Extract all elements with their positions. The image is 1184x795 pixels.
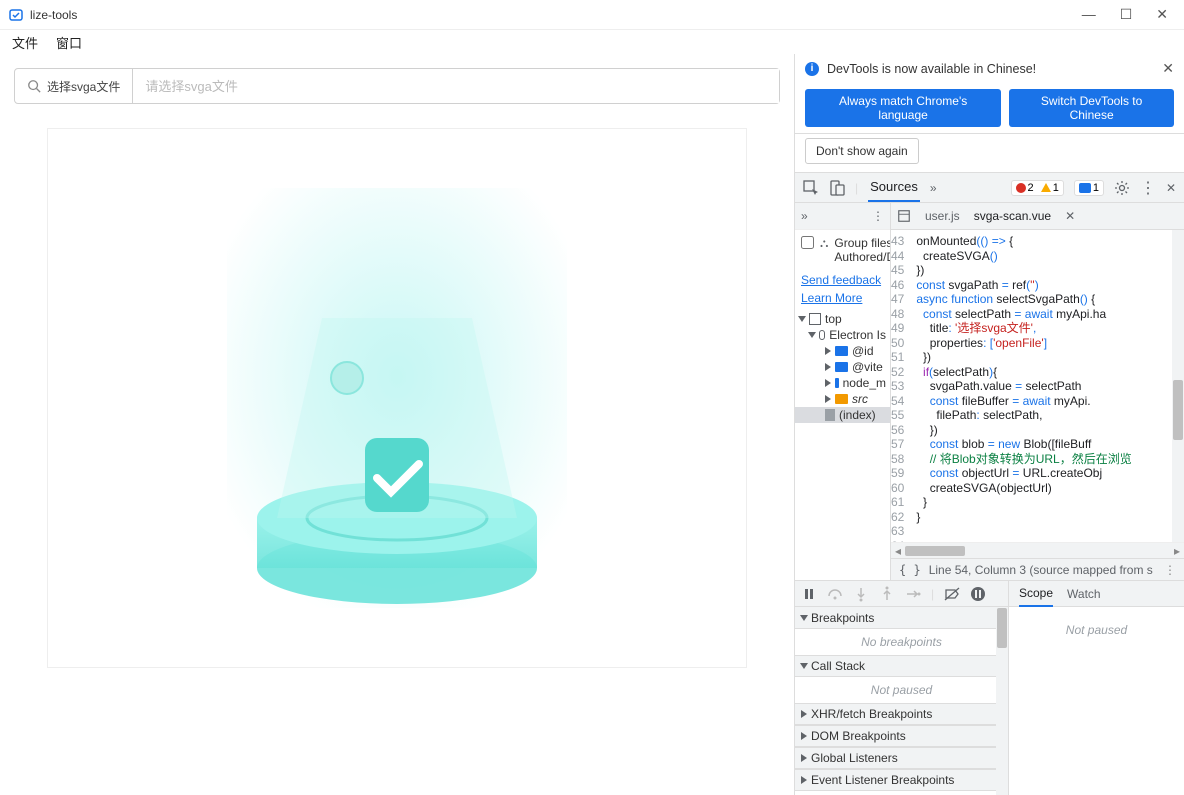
- menu-window[interactable]: 窗口: [56, 33, 82, 52]
- learn-more-link[interactable]: Learn More: [795, 289, 890, 307]
- breakpoints-header[interactable]: Breakpoints: [795, 607, 1008, 629]
- step-over-icon[interactable]: [827, 586, 843, 602]
- folder-icon: [835, 362, 848, 372]
- svga-path-input[interactable]: [133, 69, 779, 103]
- app-icon: [8, 7, 24, 23]
- cursor-position: Line 54, Column 3 (source mapped from s: [929, 563, 1153, 577]
- select-svga-button[interactable]: 选择svga文件: [15, 69, 133, 103]
- scope-not-paused: Not paused: [1009, 617, 1184, 643]
- editor-column: user.js svga-scan.vue ✕ 4344454647484950…: [891, 203, 1184, 580]
- tab-svga-scan[interactable]: svga-scan.vue: [974, 209, 1051, 223]
- global-listeners-header[interactable]: Global Listeners: [795, 747, 1008, 769]
- code-area[interactable]: onMounted(() => { createSVGA()})const sv…: [912, 230, 1131, 542]
- tab-scope[interactable]: Scope: [1019, 581, 1053, 607]
- devtools-toolbar: | Sources » 2 1 1 ⋮ ✕: [795, 173, 1184, 203]
- tree-node-modules[interactable]: node_m: [795, 375, 890, 391]
- window-title: lize-tools: [30, 8, 77, 22]
- xhr-breakpoints-header[interactable]: XHR/fetch Breakpoints: [795, 703, 1008, 725]
- tab-close-icon[interactable]: ✕: [1065, 209, 1075, 223]
- menu-file[interactable]: 文件: [12, 33, 38, 52]
- deactivate-breakpoints-icon[interactable]: [944, 586, 960, 602]
- close-icon[interactable]: ✕: [1156, 6, 1168, 23]
- device-toggle-icon[interactable]: [829, 180, 845, 196]
- tab-userjs[interactable]: user.js: [925, 209, 960, 223]
- tab-watch[interactable]: Watch: [1067, 582, 1101, 606]
- select-svga-label: 选择svga文件: [47, 78, 120, 95]
- file-picker-row: 选择svga文件: [14, 68, 780, 104]
- cloud-icon: [819, 330, 825, 340]
- maximize-icon[interactable]: ☐: [1120, 6, 1133, 23]
- minimize-icon[interactable]: —: [1082, 6, 1096, 23]
- file-nav-icon[interactable]: [897, 209, 911, 223]
- info-icon: i: [805, 62, 819, 76]
- step-into-icon[interactable]: [853, 586, 869, 602]
- debug-left-scrollbar[interactable]: [996, 607, 1008, 795]
- gutter: 4344454647484950515253545556575859606162…: [891, 230, 912, 542]
- navigator-more-icon[interactable]: »: [801, 209, 808, 223]
- svga-canvas: [47, 128, 747, 668]
- group-files-checkbox[interactable]: [801, 236, 814, 249]
- dom-breakpoints-header[interactable]: DOM Breakpoints: [795, 725, 1008, 747]
- editor-status-bar: { } Line 54, Column 3 (source mapped fro…: [891, 558, 1184, 580]
- step-out-icon[interactable]: [879, 586, 895, 602]
- more-tabs-icon[interactable]: »: [930, 181, 937, 195]
- navigator-kebab-icon[interactable]: ⋮: [872, 209, 884, 223]
- infobar-close-icon[interactable]: ✕: [1162, 60, 1174, 77]
- pause-icon[interactable]: [801, 586, 817, 602]
- editor-horizontal-scrollbar[interactable]: ◂▸: [891, 542, 1184, 558]
- tree-src[interactable]: src: [795, 391, 890, 407]
- folder-icon: [835, 346, 848, 356]
- switch-to-chinese-button[interactable]: Switch DevTools to Chinese: [1009, 89, 1174, 127]
- send-feedback-link[interactable]: Send feedback: [795, 271, 890, 289]
- braces-icon[interactable]: { }: [899, 563, 921, 577]
- debug-toolbar: |: [795, 581, 1008, 607]
- navigator-panel: » ⋮ ⛬ Group files Authored/D Send feedba…: [795, 203, 891, 580]
- app-panel: 选择svga文件: [0, 54, 795, 795]
- tree-index[interactable]: (index): [795, 407, 890, 423]
- code-editor[interactable]: 4344454647484950515253545556575859606162…: [891, 230, 1184, 542]
- status-kebab-icon[interactable]: ⋮: [1164, 563, 1176, 577]
- editor-tabs: user.js svga-scan.vue ✕: [891, 203, 1184, 230]
- devtools-panel: i DevTools is now available in Chinese! …: [795, 54, 1184, 795]
- gear-icon[interactable]: [1114, 180, 1130, 196]
- tree-top[interactable]: top: [795, 311, 890, 327]
- infobar-message: DevTools is now available in Chinese!: [827, 62, 1036, 76]
- call-stack-header[interactable]: Call Stack: [795, 655, 1008, 677]
- event-listener-breakpoints-header[interactable]: Event Listener Breakpoints: [795, 769, 1008, 791]
- devtools-infobar: i DevTools is now available in Chinese! …: [795, 54, 1184, 134]
- error-count-badge[interactable]: 2 1: [1011, 180, 1064, 196]
- inspect-icon[interactable]: [803, 180, 819, 196]
- tree-vite[interactable]: @vite: [795, 359, 890, 375]
- group-files-label: Group files Authored/D: [834, 236, 890, 265]
- window-icon: [809, 313, 821, 325]
- folder-icon: [835, 394, 848, 404]
- svga-preview-illustration: [227, 188, 567, 608]
- tree-electron[interactable]: Electron Is: [795, 327, 890, 343]
- always-match-language-button[interactable]: Always match Chrome's language: [805, 89, 1001, 127]
- editor-vertical-scrollbar[interactable]: [1172, 230, 1184, 542]
- file-icon: [825, 409, 835, 421]
- no-breakpoints-text: No breakpoints: [795, 629, 1008, 655]
- step-icon[interactable]: [905, 586, 921, 602]
- pause-on-exceptions-icon[interactable]: [970, 586, 986, 602]
- debugger-pane: | Breakpoints No breakpoints Call Stack …: [795, 580, 1184, 795]
- search-icon: [27, 79, 41, 93]
- call-stack-not-paused: Not paused: [795, 677, 1008, 703]
- menu-bar: 文件 窗口: [0, 30, 1184, 54]
- group-icon: ⛬: [820, 236, 828, 251]
- folder-icon: [835, 378, 839, 388]
- title-bar: lize-tools — ☐ ✕: [0, 0, 1184, 30]
- devtools-close-icon[interactable]: ✕: [1166, 181, 1176, 195]
- tab-sources[interactable]: Sources: [868, 173, 920, 202]
- file-tree: top Electron Is @id @vite node_m src (in…: [795, 307, 890, 427]
- issues-badge[interactable]: 1: [1074, 180, 1104, 196]
- kebab-menu-icon[interactable]: ⋮: [1140, 178, 1156, 198]
- dont-show-again-button[interactable]: Don't show again: [805, 138, 919, 164]
- tree-id[interactable]: @id: [795, 343, 890, 359]
